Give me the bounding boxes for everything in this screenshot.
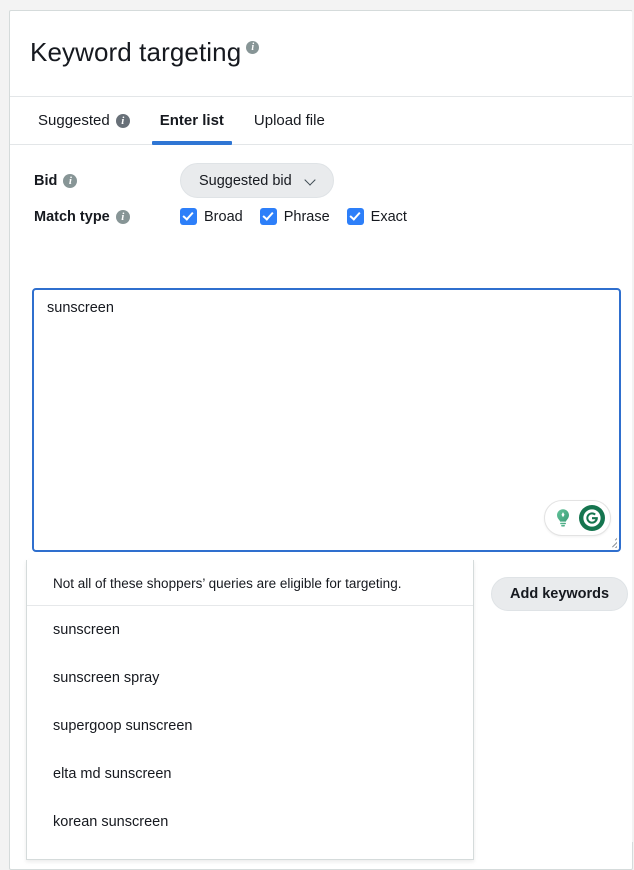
tab-enter-list-label: Enter list xyxy=(159,112,224,129)
keyword-suggestions-dropdown: Not all of these shoppers’ queries are e… xyxy=(26,560,474,860)
checkbox-phrase[interactable]: Phrase xyxy=(259,208,330,225)
match-type-label: Match type xyxy=(34,208,110,225)
match-type-label-group: Match type i xyxy=(34,209,180,225)
checkbox-broad-box[interactable] xyxy=(180,208,197,225)
keyword-textarea-value: sunscreen xyxy=(47,300,114,316)
page-title: Keyword targeting xyxy=(30,37,242,67)
list-item[interactable]: supergoop sunscreen xyxy=(27,702,473,750)
form-body: Bid i Suggested bid Match type i Broad P… xyxy=(10,145,632,225)
checkbox-broad-label: Broad xyxy=(204,208,243,225)
tab-suggested-info-icon[interactable]: i xyxy=(115,113,130,128)
match-type-info-icon[interactable]: i xyxy=(115,209,130,224)
tab-suggested[interactable]: Suggested i xyxy=(30,97,138,144)
checkbox-exact[interactable]: Exact xyxy=(346,208,407,225)
checkbox-exact-label: Exact xyxy=(370,208,407,225)
add-keywords-button[interactable]: Add keywords xyxy=(491,577,629,611)
checkbox-broad[interactable]: Broad xyxy=(180,208,243,225)
list-item[interactable]: sunscreen xyxy=(27,606,473,654)
checkbox-exact-box[interactable] xyxy=(346,208,364,225)
page-title-info-icon[interactable]: i xyxy=(246,40,260,54)
writing-assistant-pill[interactable] xyxy=(544,500,611,536)
bid-label: Bid xyxy=(34,172,58,189)
suggestions-note: Not all of these shoppers’ queries are e… xyxy=(27,560,473,606)
lightbulb-icon[interactable] xyxy=(550,505,576,531)
grammarly-logo-icon[interactable] xyxy=(579,505,605,531)
bid-select[interactable]: Suggested bid xyxy=(180,163,334,198)
tab-bar: Suggested i Enter list Upload file xyxy=(10,97,632,145)
list-item[interactable]: elta md sunscreen xyxy=(27,750,473,798)
checkbox-phrase-label: Phrase xyxy=(283,208,330,225)
chevron-down-icon xyxy=(306,175,317,186)
keyword-targeting-card: Keyword targeting i Suggested i Enter lis… xyxy=(9,10,633,870)
tab-upload-file-label: Upload file xyxy=(253,112,325,129)
card-header: Keyword targeting i xyxy=(10,11,632,97)
bid-select-value: Suggested bid xyxy=(199,172,292,189)
checkbox-phrase-box[interactable] xyxy=(259,208,277,225)
bid-row: Bid i Suggested bid xyxy=(34,163,632,198)
tab-suggested-label: Suggested xyxy=(38,112,110,129)
keyword-textarea[interactable]: sunscreen xyxy=(32,288,621,552)
resize-handle-icon[interactable] xyxy=(604,535,617,548)
list-item[interactable]: sunscreen spray xyxy=(27,654,473,702)
tab-upload-file[interactable]: Upload file xyxy=(246,97,333,144)
match-type-row: Match type i Broad Phrase Exact xyxy=(34,208,632,225)
list-item[interactable]: korean sunscreen xyxy=(27,798,473,846)
tab-enter-list[interactable]: Enter list xyxy=(151,97,233,145)
bid-label-group: Bid i xyxy=(34,173,180,189)
bid-info-icon[interactable]: i xyxy=(63,173,78,188)
match-type-checkbox-group: Broad Phrase Exact xyxy=(180,208,407,225)
